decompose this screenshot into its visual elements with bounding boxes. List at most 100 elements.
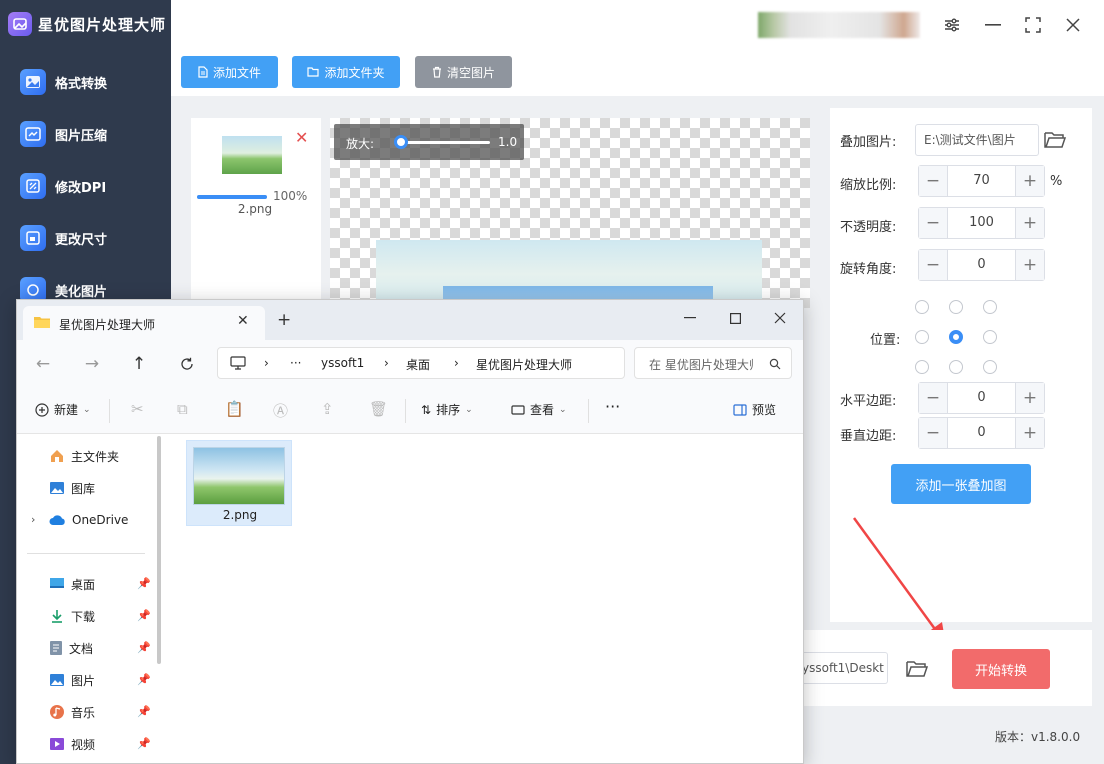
zoom-slider[interactable] xyxy=(394,135,490,149)
breadcrumb-item[interactable]: yssoft1 xyxy=(321,356,364,370)
vmargin-plus-button[interactable]: + xyxy=(1015,418,1044,448)
vmargin-value[interactable]: 0 xyxy=(948,418,1015,448)
forward-icon[interactable]: → xyxy=(80,352,104,376)
vmargin-minus-button[interactable]: − xyxy=(919,418,948,448)
hmargin-plus-button[interactable]: + xyxy=(1015,383,1044,413)
divider xyxy=(405,399,406,423)
open-folder-icon[interactable] xyxy=(1044,131,1066,149)
user-avatar[interactable] xyxy=(758,12,920,38)
view-button[interactable]: 查看 ⌄ xyxy=(511,401,567,418)
sidebar-item-dpi[interactable]: 修改DPI xyxy=(0,166,171,206)
explorer-tab[interactable]: 星优图片处理大师 ✕ xyxy=(23,306,265,340)
home-icon xyxy=(51,450,63,462)
preview-image xyxy=(376,240,762,308)
nav-item-documents[interactable]: 文档 xyxy=(49,638,93,658)
music-icon xyxy=(50,705,64,719)
explorer-minimize-icon[interactable] xyxy=(675,306,705,330)
nav-item-onedrive[interactable]: OneDrive xyxy=(49,510,128,530)
position-radio-middle-right[interactable] xyxy=(983,330,997,344)
explorer-search-input[interactable]: 在 星优图片处理大师 中搜索 xyxy=(634,347,792,379)
output-path-input[interactable]: yssoft1\Deskt xyxy=(800,652,888,684)
position-radio-middle-center[interactable] xyxy=(949,330,963,344)
add-overlay-button[interactable]: 添加一张叠加图 xyxy=(891,464,1031,504)
address-bar[interactable]: › ··· yssoft1 › 桌面 › 星优图片处理大师 xyxy=(217,347,625,379)
fullscreen-icon[interactable] xyxy=(1019,12,1047,38)
pin-icon[interactable]: 📌 xyxy=(137,577,151,590)
search-icon xyxy=(769,358,781,370)
open-output-folder-icon[interactable] xyxy=(906,660,928,678)
minimize-icon[interactable] xyxy=(979,12,1007,38)
opacity-value[interactable]: 100 xyxy=(948,208,1015,238)
nav-item-music[interactable]: 音乐 xyxy=(49,702,95,722)
position-radio-bottom-left[interactable] xyxy=(915,360,929,374)
breadcrumb-item[interactable]: 桌面 xyxy=(406,356,430,373)
new-tab-icon[interactable]: + xyxy=(277,310,291,330)
up-icon[interactable]: ↑ xyxy=(127,352,151,376)
scale-minus-button[interactable]: − xyxy=(919,166,948,196)
hmargin-minus-button[interactable]: − xyxy=(919,383,948,413)
overlay-path-input[interactable]: E:\测试文件\图片 xyxy=(915,124,1039,156)
breadcrumb-item[interactable]: 星优图片处理大师 xyxy=(476,356,572,373)
position-radio-bottom-right[interactable] xyxy=(983,360,997,374)
nav-item-gallery[interactable]: 图库 xyxy=(49,478,95,498)
share-icon[interactable]: ⇪ xyxy=(321,400,334,418)
nav-item-pictures[interactable]: 图片 xyxy=(49,670,95,690)
refresh-icon[interactable] xyxy=(175,352,199,376)
rotate-minus-button[interactable]: − xyxy=(919,250,948,280)
paste-icon[interactable]: 📋 xyxy=(225,400,244,418)
file-card[interactable]: ✕ 100% 2.png xyxy=(197,126,313,222)
opacity-plus-button[interactable]: + xyxy=(1015,208,1044,238)
add-folder-button[interactable]: 添加文件夹 xyxy=(292,56,400,88)
new-button[interactable]: 新建 ⌄ xyxy=(35,401,91,418)
explorer-maximize-icon[interactable] xyxy=(720,306,750,330)
pin-icon[interactable]: 📌 xyxy=(137,705,151,718)
cut-icon[interactable]: ✂ xyxy=(131,400,144,418)
sort-button[interactable]: ⇅ 排序 ⌄ xyxy=(421,401,473,418)
sidebar-item-compress[interactable]: 图片压缩 xyxy=(0,114,171,154)
opacity-minus-button[interactable]: − xyxy=(919,208,948,238)
pin-icon[interactable]: 📌 xyxy=(137,609,151,622)
add-file-button[interactable]: 添加文件 xyxy=(181,56,278,88)
expand-chevron-icon[interactable]: › xyxy=(31,513,35,526)
sidebar-item-format-convert[interactable]: 格式转换 xyxy=(0,62,171,102)
nav-item-home[interactable]: 主文件夹 xyxy=(49,446,119,466)
opacity-label: 不透明度: xyxy=(840,220,897,235)
close-icon[interactable] xyxy=(1059,12,1087,38)
rotate-value[interactable]: 0 xyxy=(948,250,1015,280)
pin-icon[interactable]: 📌 xyxy=(137,737,151,750)
back-icon[interactable]: ← xyxy=(31,352,55,376)
position-radio-bottom-center[interactable] xyxy=(949,360,963,374)
pin-icon[interactable]: 📌 xyxy=(137,673,151,686)
more-icon[interactable]: ··· xyxy=(605,397,620,416)
sidebar-item-label: 图片压缩 xyxy=(55,128,108,144)
breadcrumb-overflow[interactable]: ··· xyxy=(290,356,301,370)
rename-icon[interactable]: Ⓐ xyxy=(273,400,288,421)
file-explorer-window: 星优图片处理大师 ✕ + ← → ↑ › ··· yssoft1 › 桌面 › … xyxy=(16,299,804,764)
position-radio-middle-left[interactable] xyxy=(915,330,929,344)
file-item[interactable]: 2.png xyxy=(186,440,292,526)
nav-scrollbar[interactable] xyxy=(157,436,161,664)
nav-item-desktop[interactable]: 桌面 xyxy=(49,574,95,594)
delete-icon[interactable]: 🗑 xyxy=(369,400,388,418)
pin-icon[interactable]: 📌 xyxy=(137,641,151,654)
nav-item-videos[interactable]: 视频 xyxy=(49,734,95,754)
zoom-slider-handle[interactable] xyxy=(394,135,408,149)
remove-file-icon[interactable]: ✕ xyxy=(295,128,308,147)
settings-sliders-icon[interactable] xyxy=(938,12,966,38)
hmargin-value[interactable]: 0 xyxy=(948,383,1015,413)
start-convert-button[interactable]: 开始转换 xyxy=(952,649,1050,689)
position-radio-top-right[interactable] xyxy=(983,300,997,314)
position-radio-top-left[interactable] xyxy=(915,300,929,314)
preview-pane-button[interactable]: 预览 xyxy=(733,401,776,418)
scale-plus-button[interactable]: + xyxy=(1015,166,1044,196)
clear-images-button[interactable]: 清空图片 xyxy=(415,56,512,88)
sidebar-item-resize[interactable]: 更改尺寸 xyxy=(0,218,171,258)
nav-item-downloads[interactable]: 下载 xyxy=(49,606,95,626)
explorer-close-icon[interactable] xyxy=(765,306,795,330)
copy-icon[interactable]: ⧉ xyxy=(177,400,188,418)
rotate-plus-button[interactable]: + xyxy=(1015,250,1044,280)
position-radio-top-center[interactable] xyxy=(949,300,963,314)
file-thumbnail xyxy=(222,136,282,174)
close-tab-icon[interactable]: ✕ xyxy=(237,313,249,329)
scale-value[interactable]: 70 xyxy=(948,166,1015,196)
